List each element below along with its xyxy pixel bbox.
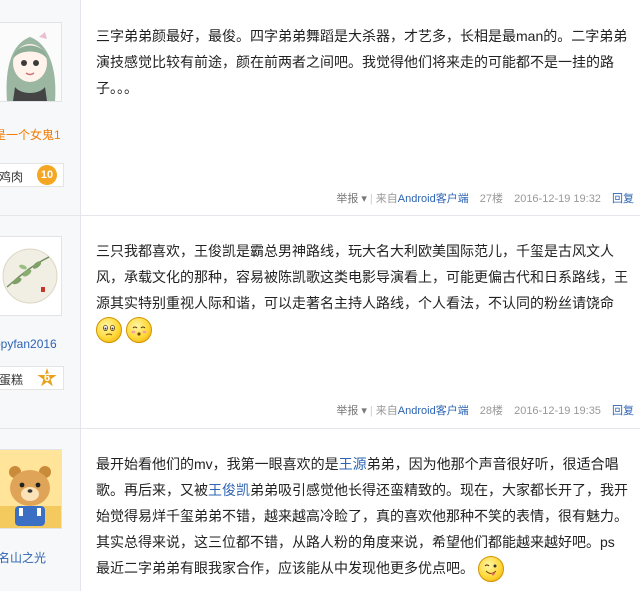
client-link[interactable]: Android客户端 (398, 193, 469, 205)
bear-avatar-icon (0, 450, 61, 528)
member-badge[interactable]: 鸡肉 10 (0, 163, 64, 187)
report-button[interactable]: 举报 ▾ (336, 405, 367, 417)
avatar[interactable] (0, 22, 62, 102)
post-content: 三只我都喜欢，王俊凯是霸总男神路线，玩大名大利欧美国际范儿，千玺是古风文人风，承… (96, 238, 632, 344)
author-username[interactable]: 是一个女鬼1 (0, 126, 61, 143)
post-floor-28: ppyfan2016 蛋糕 6 三只我都喜欢，王俊凯是霸总男神路线，玩大名大利欧… (0, 216, 640, 429)
avatar[interactable] (0, 449, 62, 529)
plant-avatar-icon (0, 237, 61, 315)
user-link-wangjunkai[interactable]: 王俊凯 (208, 482, 250, 498)
reply-button[interactable]: 回复 (612, 193, 634, 205)
post-floor-27: 是一个女鬼1 鸡肉 10 三字弟弟颜最好，最俊。四字弟弟舞蹈是大杀器，才艺多，长… (0, 0, 640, 216)
post-meta: 举报 ▾ | 来自Android客户端 28楼 2016-12-19 19:35 回… (336, 405, 634, 417)
post-meta: 举报 ▾ | 来自Android客户端 27楼 2016-12-19 19:32 回… (336, 193, 634, 205)
reply-button[interactable]: 回复 (612, 405, 634, 417)
author-username[interactable]: ppyfan2016 (0, 337, 57, 351)
floor-number: 28楼 (479, 405, 504, 417)
badge-level: 6 (43, 372, 51, 384)
badge-name: 鸡肉 (0, 170, 24, 184)
worried-face-emoji-icon (96, 317, 122, 344)
author-username[interactable]: 名山之光 (0, 549, 46, 566)
shy-face-emoji-icon (125, 317, 152, 344)
post-time: 2016-12-19 19:32 (514, 193, 601, 205)
member-badge[interactable]: 蛋糕 6 (0, 366, 64, 390)
report-button[interactable]: 举报 ▾ (336, 193, 367, 205)
badge-level-icon: 6 (37, 368, 57, 387)
badge-level-icon: 10 (37, 165, 57, 185)
post-floor-29: 名山之光 最开始看他们的mv，我第一眼喜欢的是王源弟弟，因为他那个声音很好听，很… (0, 429, 640, 591)
post-content: 最开始看他们的mv，我第一眼喜欢的是王源弟弟，因为他那个声音很好听，很适合唱歌。… (96, 451, 632, 583)
avatar[interactable] (0, 236, 62, 316)
post-time: 2016-12-19 19:35 (514, 405, 601, 417)
tongue-wink-emoji-icon (477, 556, 504, 583)
girl-avatar-icon (0, 23, 61, 101)
client-link[interactable]: Android客户端 (398, 405, 469, 417)
post-content: 三字弟弟颜最好，最俊。四字弟弟舞蹈是大杀器，才艺多，长相是最man的。二字弟弟演… (96, 28, 628, 96)
badge-level: 10 (40, 169, 54, 181)
floor-number: 27楼 (479, 193, 504, 205)
user-link-wangyuan[interactable]: 王源 (339, 456, 367, 472)
badge-name: 蛋糕 (0, 373, 24, 387)
